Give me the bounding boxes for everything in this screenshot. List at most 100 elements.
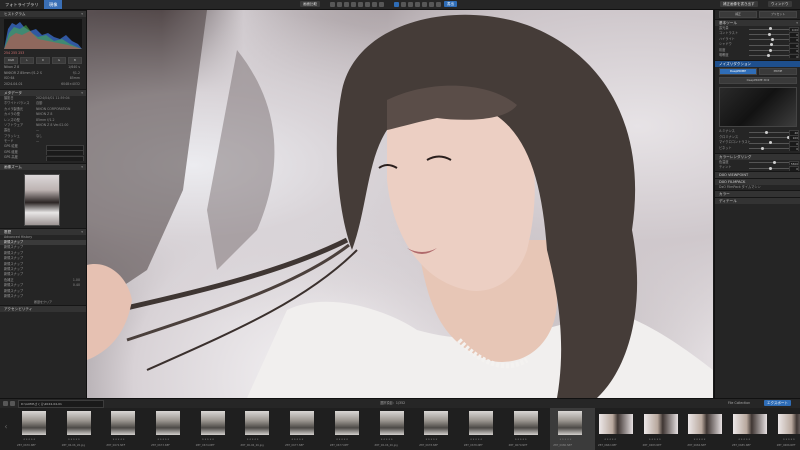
filmstrip-thumbnail[interactable]: ★★★★★ Z8T_0673.NEF [148,408,193,450]
slider[interactable] [749,38,789,42]
tab-photo-library[interactable]: フォトライブラリ [0,0,44,9]
filmstrip-thumbnail[interactable]: ★★★★★ Z8T_0677.NEF [327,408,372,450]
filmpack-section-header[interactable]: DXO FILMPACK [715,177,800,185]
filmstrip-thumbnail[interactable]: ★★★★★ Z8T_0678.NEF [461,408,506,450]
white-balance-icon[interactable] [351,2,356,7]
filmstrip-thumbnail[interactable]: ★★★★★ Z8T_0680.NEF [550,408,595,450]
window-button[interactable]: ウィンドウ [768,1,792,7]
straighten-icon[interactable] [344,2,349,7]
slider[interactable] [749,166,789,170]
history-item[interactable]: 新規スナップ [0,294,86,299]
accessibility-section-header[interactable]: アクセシビリティ [0,305,86,313]
local-adjust-icon[interactable] [365,2,370,7]
slider-value[interactable]: 0 [789,53,799,59]
rotate-icon[interactable] [337,2,342,7]
slider[interactable] [749,54,789,58]
histogram-section-header[interactable]: ヒストグラム ▾ [0,10,86,17]
filmstrip-thumbnail[interactable]: ★★★★★ Z8T_0684.NEF [684,408,729,450]
color-section-header[interactable]: カラー [715,190,800,198]
rating-stars[interactable]: ★★★★★ [246,438,259,441]
export-disk-button[interactable]: 書出 [444,1,457,7]
collapse-icon[interactable]: ▾ [81,11,83,17]
deepprime-xd2-option[interactable]: DeepPRIME XD2 [719,77,797,85]
deepprime-option[interactable]: DeepPRIME [719,68,757,76]
slider[interactable] [749,48,789,52]
filmstrip-thumbnail[interactable]: ★★★★★ Z8T_0686.NEF [774,408,800,450]
filmstrip-thumbnail[interactable]: ★★★★★ Z8T_0682.NEF [595,408,640,450]
filmstrip-thumbnail[interactable]: ★★★★★ Z8T_0683.NEF [640,408,685,450]
rating-stars[interactable]: ★★★★★ [604,438,617,441]
mode-rgb-button[interactable]: RGB [4,57,18,65]
history-section-header[interactable]: 履歴 ▾ [0,227,86,235]
mode-g-button[interactable]: G [52,57,66,65]
filmstrip-thumbnail[interactable]: ★★★★★ Z8T_0679.NEF [506,408,551,450]
slider[interactable] [749,130,789,134]
rating-stars[interactable]: ★★★★★ [693,438,706,441]
slider-knob[interactable] [773,161,776,165]
rating-stars[interactable]: ★★★★★ [738,438,751,441]
slider[interactable] [749,141,789,145]
slider-knob[interactable] [769,166,772,170]
slider-knob[interactable] [765,130,768,134]
rating-stars[interactable]: ★★★★★ [157,438,170,441]
filmstrip-thumbnail[interactable]: ★★★★★ Z8T_0678.NEF [416,408,461,450]
star-icon[interactable] [10,401,15,406]
tab-customize[interactable]: 現像 [44,0,63,9]
file-collection-label[interactable]: File Collection [728,399,750,408]
rating-stars[interactable]: ★★★★★ [515,438,528,441]
rating-stars[interactable]: ★★★★★ [202,438,215,441]
slider[interactable] [749,161,789,165]
scroll-left-icon[interactable]: ‹ [0,422,12,434]
export-button[interactable]: エクスポート [764,400,791,406]
color-rendering-section-header[interactable]: カラーレンダリング [715,152,800,160]
watermark-icon[interactable] [372,2,377,7]
repair-icon[interactable] [358,2,363,7]
rating-stars[interactable]: ★★★★★ [470,438,483,441]
slider-value[interactable]: 0 [789,146,799,151]
rating-stars[interactable]: ★★★★★ [783,438,796,441]
before-after-icon[interactable] [401,2,406,7]
slider-knob[interactable] [769,43,773,47]
filmstrip-thumbnail[interactable]: ★★★★★ Z8T_06-06_26.jpg [237,408,282,450]
detail-section-header[interactable]: ディテール [715,197,800,205]
rating-stars[interactable]: ★★★★★ [649,438,662,441]
slider[interactable] [749,27,789,31]
slider[interactable] [749,43,789,47]
slider-knob[interactable] [769,27,772,31]
filmstrip-thumbnail[interactable]: ★★★★★ Z8T_06-06_26.jpg [372,408,417,450]
slider-knob[interactable] [769,48,772,52]
grid-icon[interactable] [408,2,413,7]
export-corrected-button[interactable]: 補正画像を書き出す [720,1,758,7]
shadow-clip-icon[interactable] [422,2,427,7]
mode-r-button[interactable]: R [36,57,50,65]
filter-icon[interactable] [3,401,8,406]
slider-knob[interactable] [761,146,764,150]
rating-stars[interactable]: ★★★★★ [559,438,572,441]
filmstrip-thumbnail[interactable]: ★★★★★ Z8T_06-06_26.jpg [59,408,104,450]
filmstrip-thumbnail[interactable]: ★★★★★ Z8T_0670.NEF [14,408,59,450]
rating-stars[interactable]: ★★★★★ [381,438,394,441]
filmstrip-thumbnail[interactable]: ★★★★★ Z8T_0674.NEF [193,408,238,450]
filmstrip-thumbnail[interactable]: ★★★★★ Z8T_0685.NEF [729,408,774,450]
slider-knob[interactable] [769,141,772,145]
mode-luma-button[interactable]: L [20,57,34,65]
navigator-section-header[interactable]: 画像ズーム ▾ [0,162,86,170]
hand-tool-icon[interactable] [394,2,399,7]
rating-stars[interactable]: ★★★★★ [112,438,125,441]
prime-option[interactable]: PRIME [759,68,797,76]
image-viewer[interactable] [87,10,713,398]
slider-knob[interactable] [771,38,774,42]
highlight-clip-icon[interactable] [415,2,420,7]
compare-button[interactable]: 画面比較 [300,1,320,7]
slider[interactable] [749,32,789,36]
slider[interactable] [749,136,790,140]
navigator-thumbnail[interactable] [0,170,86,228]
rating-stars[interactable]: ★★★★★ [336,438,349,441]
fit-icon[interactable] [429,2,434,7]
rating-stars[interactable]: ★★★★★ [291,438,304,441]
filmstrip-thumbnail[interactable]: ★★★★★ Z8T_0677.NEF [282,408,327,450]
rating-stars[interactable]: ★★★★★ [23,438,36,441]
slider-knob[interactable] [768,32,772,36]
metadata-section-header[interactable]: メタデータ ▾ [0,88,86,96]
crop-icon[interactable] [330,2,335,7]
